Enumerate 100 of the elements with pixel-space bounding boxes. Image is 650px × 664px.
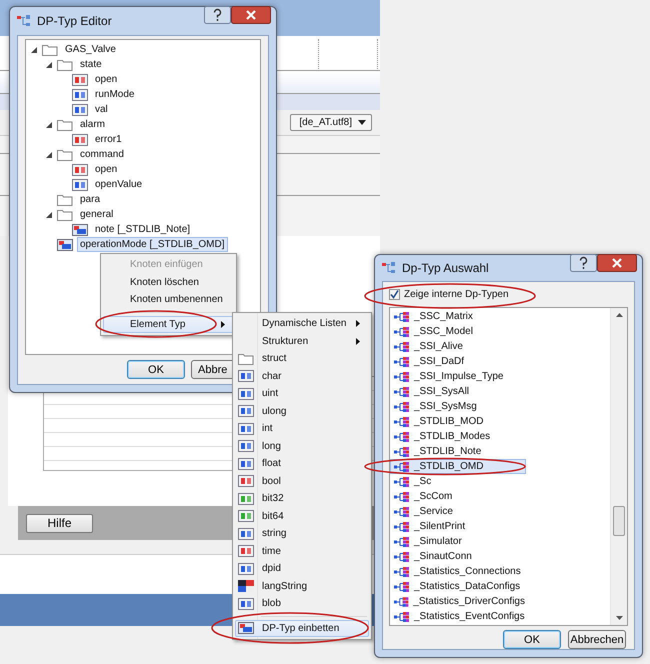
- tree-item[interactable]: alarm: [77, 117, 108, 132]
- tree-item[interactable]: openValue: [92, 177, 146, 192]
- list-item[interactable]: _SinautConn: [390, 549, 526, 564]
- type-icon: [238, 510, 254, 522]
- menu-item[interactable]: dpid: [235, 560, 369, 578]
- scroll-down-icon[interactable]: [616, 616, 622, 620]
- help-button[interactable]: Hilfe: [26, 514, 93, 532]
- menu-item[interactable]: ulong: [235, 402, 369, 420]
- scrollbar-thumb[interactable]: [613, 506, 625, 536]
- expand-triangle-icon[interactable]: [45, 60, 53, 68]
- cancel-button[interactable]: Abbrechen: [568, 630, 626, 649]
- app-icon: [382, 262, 396, 274]
- list-item[interactable]: _SSI_Impulse_Type: [390, 369, 526, 384]
- list-item[interactable]: _STDLIB_MOD: [390, 414, 526, 429]
- menu-item[interactable]: bool: [235, 472, 369, 490]
- tree-item[interactable]: command: [77, 147, 127, 162]
- help-icon[interactable]: [570, 254, 597, 272]
- type-icon: [238, 475, 254, 488]
- scrollbar[interactable]: [610, 308, 627, 625]
- checkbox-label: Zeige interne Dp-Typen: [404, 288, 509, 300]
- menu-item[interactable]: uint: [235, 385, 369, 402]
- dp-type-icon: [394, 612, 410, 622]
- ok-button[interactable]: OK: [127, 360, 185, 379]
- type-icon: [238, 545, 254, 558]
- menu-item[interactable]: float: [235, 455, 369, 472]
- tree-item[interactable]: para: [77, 192, 104, 207]
- dp-type-icon: [394, 356, 410, 366]
- list-item[interactable]: _Statistics_DriverConfigs: [390, 594, 526, 609]
- type-icon: [72, 224, 88, 236]
- menu-item[interactable]: Knoten umbenennen: [103, 291, 234, 308]
- close-icon[interactable]: [231, 6, 271, 24]
- dp-type-icon: [394, 446, 410, 456]
- dp-type-icon: [394, 476, 410, 486]
- expand-triangle-icon[interactable]: [30, 46, 38, 54]
- tree-item[interactable]: open: [92, 162, 120, 177]
- type-icon: [238, 622, 254, 634]
- list-item[interactable]: _Simulator: [390, 534, 526, 549]
- expand-triangle-icon[interactable]: [45, 120, 53, 128]
- menu-item[interactable]: time: [235, 542, 369, 560]
- list-item[interactable]: _Service: [390, 504, 526, 519]
- menu-item[interactable]: Strukturen: [235, 332, 369, 350]
- menu-item[interactable]: bit32: [235, 490, 369, 508]
- list-item[interactable]: _ScCom: [390, 489, 526, 504]
- tree-item[interactable]: GAS_Valve: [62, 42, 119, 57]
- dp-type-icon: [394, 582, 410, 592]
- list-item[interactable]: _SSI_SysMsg: [390, 399, 526, 414]
- help-icon[interactable]: [204, 6, 231, 24]
- folder-icon: [57, 118, 73, 130]
- list-item[interactable]: _Statistics_DataConfigs: [390, 579, 526, 594]
- tree-item[interactable]: operationMode [_STDLIB_OMD]: [77, 237, 228, 252]
- list-item[interactable]: _SSI_SysAll: [390, 384, 526, 399]
- tree-item[interactable]: state: [77, 57, 105, 72]
- expand-triangle-icon[interactable]: [45, 150, 53, 158]
- list-item[interactable]: _SilentPrint: [390, 519, 526, 534]
- expand-triangle-icon[interactable]: [45, 210, 53, 218]
- menu-item[interactable]: Element Typ: [103, 316, 234, 333]
- folder-icon: [42, 44, 58, 56]
- scroll-up-icon[interactable]: [616, 313, 622, 317]
- menu-item[interactable]: Knoten löschen: [103, 274, 234, 291]
- tree-item[interactable]: note [_STDLIB_Note]: [92, 222, 194, 237]
- menu-item[interactable]: blob: [235, 595, 369, 612]
- menu-item[interactable]: long: [235, 438, 369, 455]
- list-item[interactable]: _SSC_Model: [390, 324, 526, 339]
- dp-type-icon: [394, 372, 410, 382]
- type-icon: [238, 458, 254, 470]
- dp-type-icon: [394, 462, 410, 472]
- folder-icon: [57, 194, 73, 206]
- tree-item[interactable]: error1: [92, 132, 125, 147]
- list-item[interactable]: _Statistics_Connections: [390, 564, 526, 579]
- menu-item[interactable]: DP-Typ einbetten: [235, 620, 369, 637]
- tree-item[interactable]: val: [92, 102, 111, 117]
- dp-type-icon: [394, 596, 410, 606]
- list-item[interactable]: _SSC_Matrix: [390, 309, 526, 324]
- checkmark-icon: [390, 290, 399, 298]
- dropdown-arrow-icon: [358, 120, 366, 125]
- locale-dropdown[interactable]: [de_AT.utf8]: [290, 114, 372, 131]
- list-item[interactable]: _Sc: [390, 474, 526, 489]
- list-item[interactable]: _STDLIB_Modes: [390, 429, 526, 444]
- menu-item[interactable]: Dynamische Listen: [235, 315, 369, 332]
- tree-item[interactable]: open: [92, 72, 120, 87]
- menu-item[interactable]: string: [235, 525, 369, 542]
- menu-item[interactable]: int: [235, 420, 369, 438]
- ok-button[interactable]: OK: [503, 630, 561, 649]
- dp-type-icon: [394, 566, 410, 576]
- dp-type-icon: [394, 492, 410, 502]
- app-icon: [17, 15, 31, 27]
- list-item[interactable]: _SSI_Alive: [390, 339, 526, 354]
- list-item[interactable]: _SSI_DaDf: [390, 354, 526, 369]
- list-item[interactable]: _Statistics_EventConfigs: [390, 609, 526, 624]
- menu-item[interactable]: bit64: [235, 508, 369, 525]
- tree-item[interactable]: general: [77, 207, 116, 222]
- close-icon[interactable]: [597, 254, 637, 272]
- tree-item[interactable]: runMode: [92, 87, 138, 102]
- type-icon: [238, 580, 254, 592]
- checkbox[interactable]: [389, 288, 400, 300]
- list-item[interactable]: _STDLIB_Note: [390, 444, 526, 459]
- dp-type-icon: [394, 552, 410, 562]
- type-icon: [72, 164, 88, 176]
- menu-item[interactable]: langString: [235, 578, 369, 595]
- dp-type-icon: [394, 536, 410, 546]
